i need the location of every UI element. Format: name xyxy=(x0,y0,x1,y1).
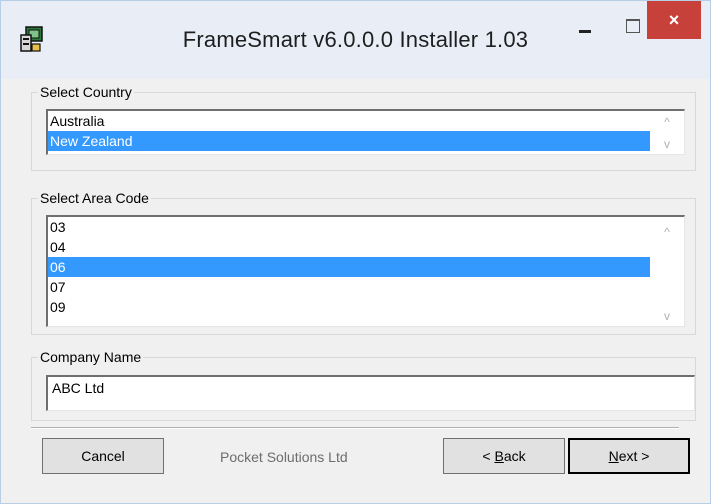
list-item-area-04[interactable]: 04 xyxy=(48,237,654,257)
cancel-button[interactable]: Cancel xyxy=(42,438,164,474)
title-bar[interactable]: FrameSmart v6.0.0.0 Installer 1.03 × xyxy=(1,1,710,79)
company-group: Company Name ABC Ltd xyxy=(31,348,696,421)
country-scrollbar[interactable]: ^ v xyxy=(650,111,684,154)
close-icon: × xyxy=(668,10,680,30)
scroll-down-icon[interactable]: v xyxy=(662,138,672,150)
area-code-scrollbar[interactable]: ^ v xyxy=(650,217,684,326)
country-group-label: Select Country xyxy=(38,83,134,101)
scroll-up-icon[interactable]: ^ xyxy=(662,226,672,238)
company-group-label: Company Name xyxy=(38,348,144,366)
next-button-rest: ext > xyxy=(618,448,650,464)
area-code-group: Select Area Code 03 04 06 07 09 ^ v xyxy=(31,189,696,335)
scroll-down-icon[interactable]: v xyxy=(662,310,672,322)
list-item-area-09[interactable]: 09 xyxy=(48,297,654,317)
country-listbox[interactable]: Australia New Zealand ^ v xyxy=(46,109,685,155)
next-button-mnemonic: N xyxy=(608,448,619,464)
back-button-prefix: < xyxy=(482,448,495,464)
area-code-group-label: Select Area Code xyxy=(38,189,151,207)
back-button[interactable]: < Back xyxy=(443,438,565,474)
back-button-rest: ack xyxy=(503,448,526,464)
back-button-mnemonic: B xyxy=(494,448,504,464)
list-item-area-06[interactable]: 06 xyxy=(48,257,654,277)
close-button[interactable]: × xyxy=(647,1,701,39)
brand-text: Pocket Solutions Ltd xyxy=(220,449,348,465)
list-item-country-new-zealand[interactable]: New Zealand xyxy=(48,131,654,151)
minimize-button[interactable] xyxy=(561,1,609,39)
company-name-input[interactable]: ABC Ltd xyxy=(46,375,695,411)
footer-divider xyxy=(31,427,679,429)
installer-window: FrameSmart v6.0.0.0 Installer 1.03 × Sel… xyxy=(0,0,711,504)
list-item-area-07[interactable]: 07 xyxy=(48,277,654,297)
list-item-area-03[interactable]: 03 xyxy=(48,217,654,237)
country-group: Select Country Australia New Zealand ^ v xyxy=(31,83,696,171)
list-item-country-australia[interactable]: Australia xyxy=(48,111,654,131)
next-button[interactable]: Next > xyxy=(568,438,690,474)
scroll-up-icon[interactable]: ^ xyxy=(662,116,672,128)
area-code-listbox[interactable]: 03 04 06 07 09 ^ v xyxy=(46,215,685,327)
